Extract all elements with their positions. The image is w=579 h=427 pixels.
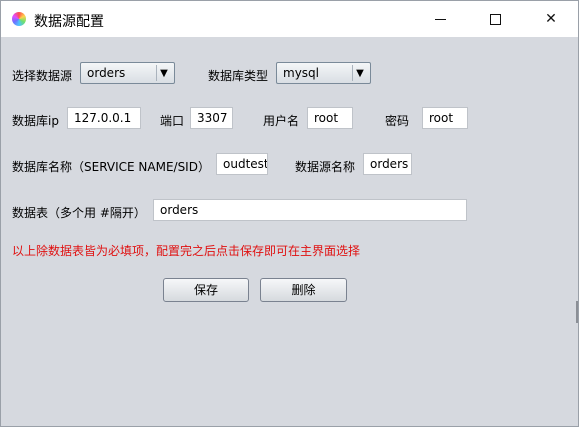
tables-field[interactable]: orders	[153, 199, 467, 221]
db-type-label: 数据库类型	[208, 69, 269, 83]
app-icon	[12, 12, 26, 26]
maximize-button[interactable]	[472, 1, 518, 37]
db-ip-field[interactable]: 127.0.0.1	[67, 107, 141, 129]
required-hint: 以上除数据表皆为必填项，配置完之后点击保存即可在主界面选择	[12, 244, 361, 258]
db-ip-label: 数据库ip	[12, 114, 59, 128]
source-name-label: 数据源名称	[295, 160, 356, 174]
save-button[interactable]: 保存	[163, 278, 249, 302]
source-select-value: orders	[87, 66, 126, 80]
port-label: 端口	[160, 114, 185, 128]
username-label: 用户名	[263, 114, 300, 128]
password-label: 密码	[385, 114, 410, 128]
port-field[interactable]: 3307	[190, 107, 233, 129]
close-button[interactable]: ✕	[528, 1, 574, 37]
source-select[interactable]: orders ▼	[80, 62, 175, 84]
db-type-select[interactable]: mysql ▼	[276, 62, 371, 84]
db-type-value: mysql	[283, 66, 319, 80]
datasource-config-window: 数据源配置 ✕ 选择数据源 orders ▼ 数据库类型 mysql ▼ 数据库…	[0, 0, 579, 427]
title-bar: 数据源配置 ✕	[1, 1, 578, 37]
source-select-label: 选择数据源	[12, 69, 73, 83]
window-title: 数据源配置	[34, 14, 104, 30]
password-field[interactable]: root	[422, 107, 468, 129]
tables-label: 数据表（多个用 #隔开）	[12, 206, 146, 220]
minimize-icon	[434, 18, 446, 20]
dropdown-arrow-icon: ▼	[156, 65, 171, 81]
username-field[interactable]: root	[307, 107, 353, 129]
resize-grip[interactable]	[576, 301, 578, 323]
minimize-button[interactable]	[417, 1, 463, 37]
maximize-icon	[489, 13, 501, 25]
close-icon: ✕	[545, 11, 557, 27]
dropdown-arrow-icon: ▼	[352, 65, 367, 81]
source-name-field[interactable]: orders	[363, 153, 412, 175]
delete-button[interactable]: 删除	[260, 278, 347, 302]
db-name-field[interactable]: oudtest	[216, 153, 268, 175]
db-name-label: 数据库名称（SERVICE NAME/SID）	[12, 160, 210, 174]
